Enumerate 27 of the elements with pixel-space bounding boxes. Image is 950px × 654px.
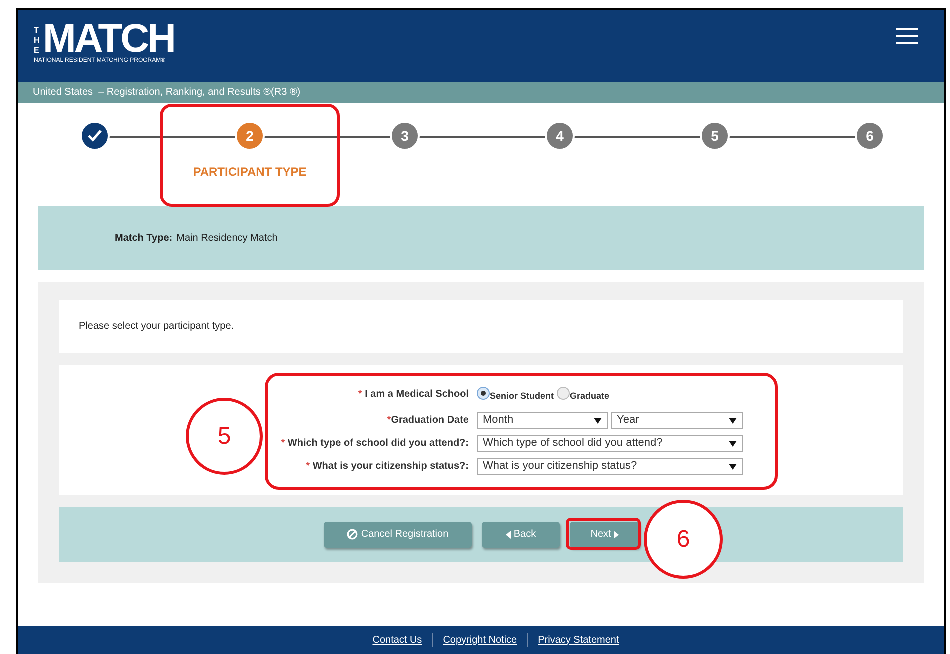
right-triangle-icon [614, 530, 620, 538]
field-label: * Which type of school did you attend?: [280, 437, 470, 451]
check-icon [88, 130, 102, 142]
field-label: * I am a Medical School [357, 388, 470, 402]
step-label: PARTICIPANT TYPE [193, 164, 307, 181]
dropdown-caret-icon [729, 440, 737, 446]
menu-icon[interactable] [896, 28, 918, 44]
dropdown-select[interactable]: Which type of school did you attend? [477, 435, 743, 452]
left-triangle-icon [506, 530, 511, 538]
footer-link[interactable]: Copyright Notice [443, 632, 518, 648]
field-label: * What is your citizenship status?: [305, 460, 470, 474]
footer-link[interactable]: Privacy Statement [538, 632, 620, 648]
match-type-label: Match Type: [115, 232, 173, 246]
radio-option[interactable]: Senior Student [477, 387, 554, 400]
radio-option[interactable]: Graduate [557, 387, 610, 400]
dropdown-select[interactable]: Month [477, 412, 608, 429]
footer-link[interactable]: Contact Us [372, 632, 422, 648]
dropdown-caret-icon [729, 464, 737, 470]
dropdown-select[interactable]: What is your citizenship status? [477, 458, 743, 475]
breadcrumb-text: United States – Registration, Ranking, and Results ®(R3 ®) [33, 86, 301, 100]
field-label: *Graduation Date [386, 414, 470, 428]
dropdown-caret-icon [729, 418, 737, 424]
dropdown-caret-icon [594, 418, 602, 424]
match-type-value: Main Residency Match [176, 232, 278, 246]
prohibited-icon [347, 529, 358, 540]
dropdown-select[interactable]: Year [611, 412, 743, 429]
instruction-text: Please select your participant type. [79, 320, 234, 334]
